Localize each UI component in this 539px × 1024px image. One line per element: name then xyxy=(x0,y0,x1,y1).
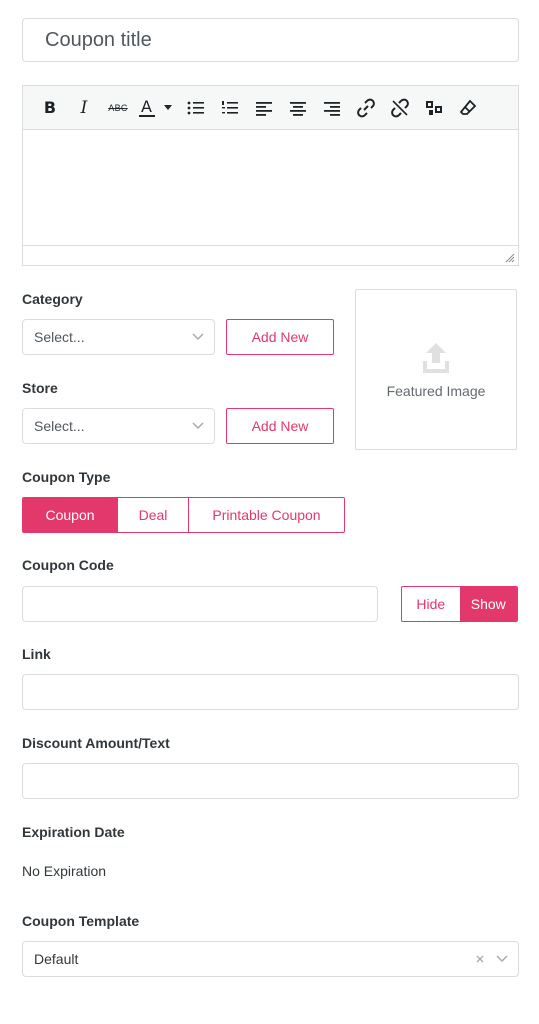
align-center-icon[interactable] xyxy=(281,93,315,123)
store-select-value: Select... xyxy=(34,418,85,434)
clear-formatting-icon[interactable] xyxy=(451,93,485,123)
category-label: Category xyxy=(22,291,83,307)
align-right-icon[interactable] xyxy=(315,93,349,123)
editor-statusbar xyxy=(23,245,518,266)
clear-icon[interactable] xyxy=(476,955,484,963)
template-select[interactable]: Default xyxy=(22,941,519,977)
show-button[interactable]: Show xyxy=(459,587,517,621)
bullet-list-icon[interactable] xyxy=(179,93,213,123)
link-input[interactable] xyxy=(22,674,519,710)
store-label: Store xyxy=(22,380,58,396)
bold-icon[interactable]: B xyxy=(33,93,67,123)
link-label: Link xyxy=(22,646,51,662)
link-icon[interactable] xyxy=(349,93,383,123)
discount-input[interactable] xyxy=(22,763,519,799)
resize-handle-icon[interactable] xyxy=(505,253,515,263)
expiration-value[interactable]: No Expiration xyxy=(22,863,106,879)
numbered-list-icon[interactable] xyxy=(213,93,247,123)
coupon-type-printable[interactable]: Printable Coupon xyxy=(188,498,344,532)
coupon-code-input[interactable] xyxy=(22,586,378,622)
coupon-code-visibility-toggle: Hide Show xyxy=(401,586,518,622)
italic-icon[interactable]: I xyxy=(67,93,101,123)
coupon-code-label: Coupon Code xyxy=(22,557,114,573)
featured-image-label: Featured Image xyxy=(386,382,486,399)
coupon-type-label: Coupon Type xyxy=(22,469,111,485)
chevron-down-icon[interactable] xyxy=(496,955,508,963)
editor-content-area[interactable] xyxy=(23,130,518,245)
featured-image-upload[interactable]: Featured Image xyxy=(355,289,517,450)
chevron-down-icon xyxy=(192,422,204,430)
align-left-icon[interactable] xyxy=(247,93,281,123)
discount-label: Discount Amount/Text xyxy=(22,735,170,751)
expiration-label: Expiration Date xyxy=(22,824,125,840)
category-select[interactable]: Select... xyxy=(22,319,215,355)
strikethrough-icon[interactable]: ABC xyxy=(101,93,135,123)
svg-text:A: A xyxy=(141,97,152,116)
template-select-value: Default xyxy=(34,951,79,967)
chevron-down-icon xyxy=(192,333,204,341)
coupon-title-input[interactable]: Coupon title xyxy=(22,18,519,62)
coupon-type-deal[interactable]: Deal xyxy=(117,498,188,532)
content-editor: B I ABC A xyxy=(22,85,519,266)
toolbar-toggle-icon[interactable] xyxy=(417,93,451,123)
template-label: Coupon Template xyxy=(22,913,140,929)
coupon-type-coupon[interactable]: Coupon xyxy=(23,498,117,532)
category-select-value: Select... xyxy=(34,329,85,345)
hide-button[interactable]: Hide xyxy=(402,587,460,621)
coupon-type-segmented: Coupon Deal Printable Coupon xyxy=(22,497,345,533)
upload-icon xyxy=(423,342,449,373)
add-category-button[interactable]: Add New xyxy=(226,319,334,355)
unlink-icon[interactable] xyxy=(383,93,417,123)
editor-toolbar: B I ABC A xyxy=(23,86,518,130)
text-color-icon[interactable]: A xyxy=(135,93,179,123)
add-store-button[interactable]: Add New xyxy=(226,408,334,444)
store-select[interactable]: Select... xyxy=(22,408,215,444)
